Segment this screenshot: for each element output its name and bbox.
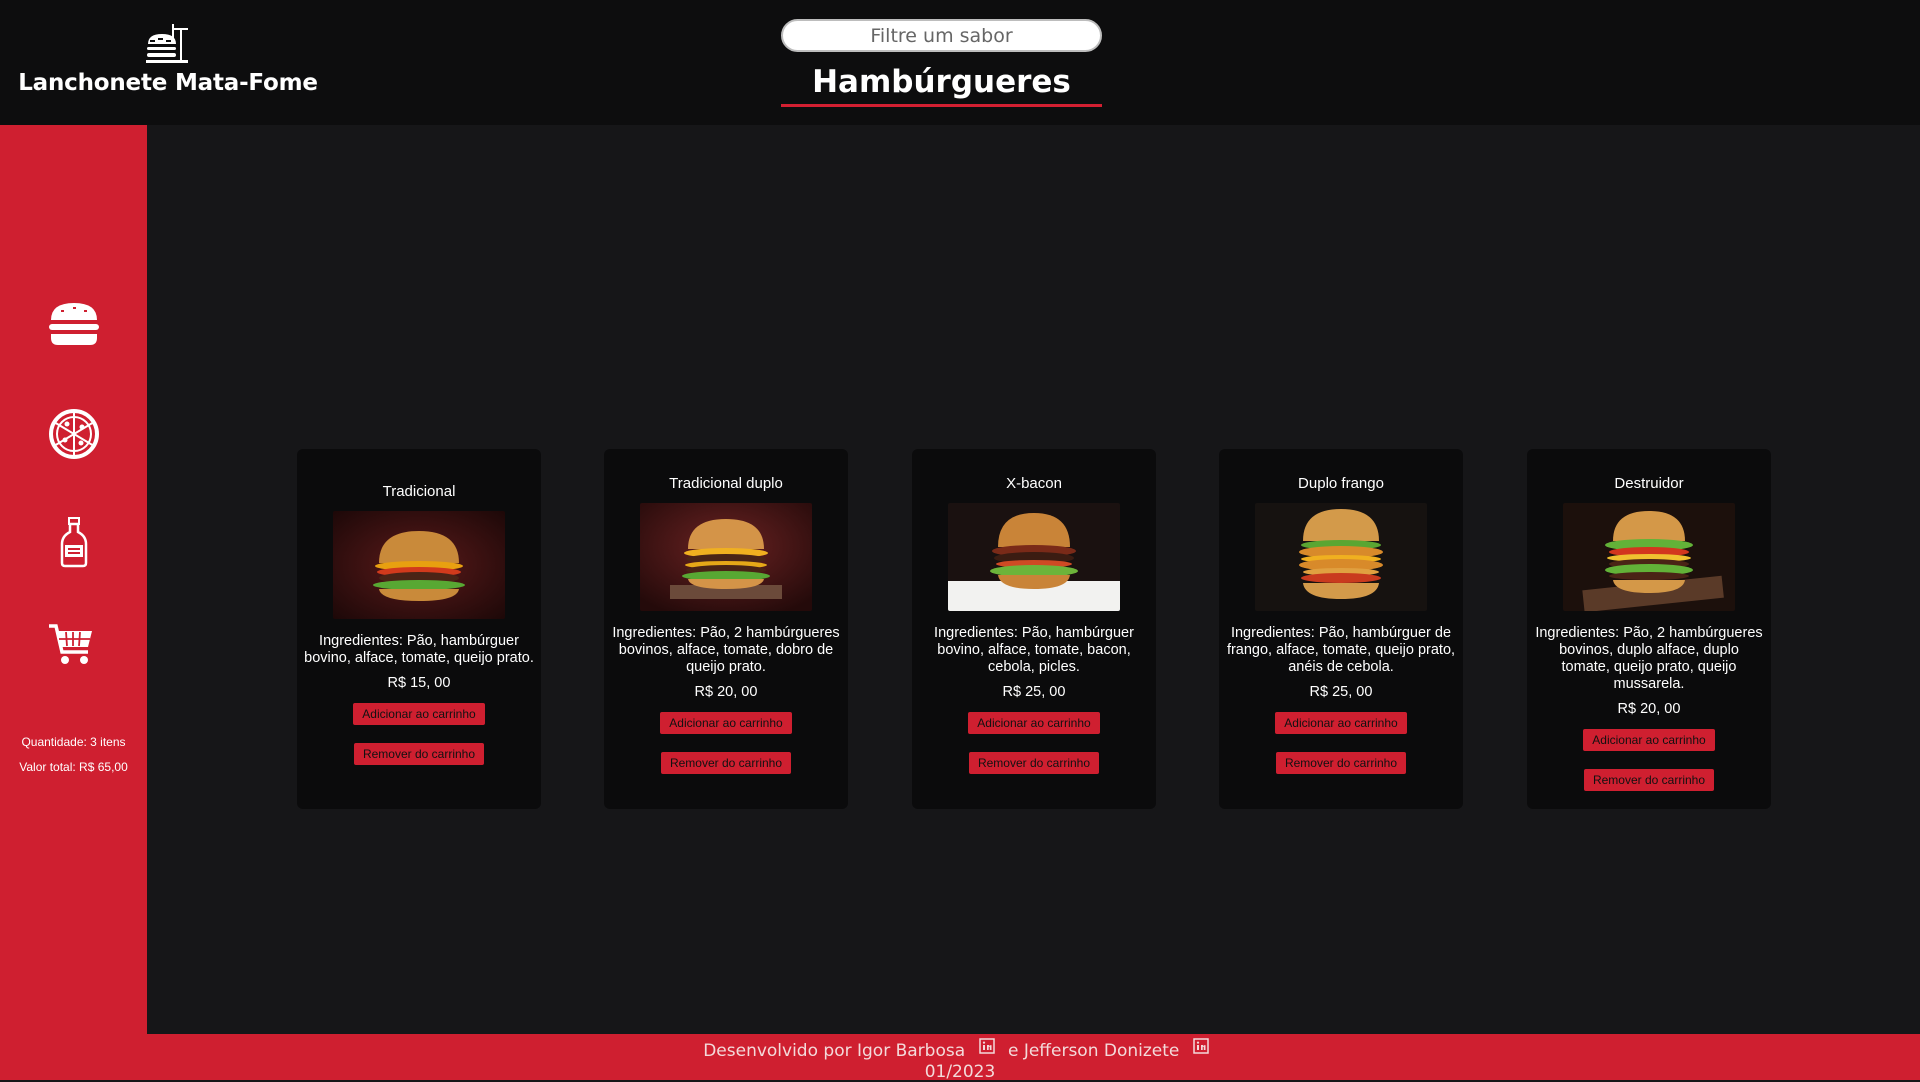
- sidebar: Quantidade: 3 itens Valor total: R$ 65,0…: [0, 125, 147, 1034]
- product-image: [1255, 503, 1427, 611]
- search-input[interactable]: [781, 19, 1102, 52]
- product-name: Tradicional duplo: [669, 475, 783, 492]
- product-image: [640, 503, 812, 611]
- add-to-cart-button[interactable]: Adicionar ao carrinho: [1583, 729, 1715, 751]
- footer-credit-second: e Jefferson Donizete: [1007, 1041, 1180, 1061]
- add-to-cart-button[interactable]: Adicionar ao carrinho: [660, 712, 792, 734]
- product-grid: Tradicional Ingredientes: Pão, hambúrgue…: [297, 449, 1772, 809]
- product-ingredients: Ingredientes: Pão, hambúrguer bovino, al…: [934, 625, 1134, 675]
- product-image: [948, 503, 1120, 611]
- remove-from-cart-button[interactable]: Remover do carrinho: [660, 752, 792, 774]
- product-ingredients: Ingredientes: Pão, 2 hambúrgueres bovino…: [1535, 625, 1763, 692]
- cart-icon: [49, 624, 92, 664]
- cart-quantity: Quantidade: 3 itens: [21, 735, 126, 749]
- product-name: X-bacon: [1006, 475, 1062, 492]
- product-card: Destruidor Ingredientes: Pão, 2 hambúrgu…: [1527, 449, 1771, 809]
- page-title: Hambúrgueres: [781, 64, 1102, 107]
- product-price: R$ 20, 00: [1617, 701, 1681, 717]
- product-ingredients: Ingredientes: Pão, 2 hambúrgueres bovino…: [612, 625, 840, 675]
- add-to-cart-button[interactable]: Adicionar ao carrinho: [1275, 712, 1407, 734]
- product-price: R$ 20, 00: [694, 684, 758, 700]
- bottle-icon: [60, 517, 88, 568]
- sidebar-item-pizzas[interactable]: [48, 408, 100, 460]
- brand-name: Lanchonete Mata-Fome: [18, 70, 318, 96]
- remove-from-cart-button[interactable]: Remover do carrinho: [353, 743, 485, 765]
- add-to-cart-button[interactable]: Adicionar ao carrinho: [968, 712, 1100, 734]
- product-card: Tradicional duplo Ingredientes: Pão, 2 h…: [604, 449, 848, 809]
- product-card: X-bacon Ingredientes: Pão, hambúrguer bo…: [912, 449, 1156, 809]
- product-name: Tradicional: [382, 483, 456, 500]
- linkedin-icon[interactable]: [978, 1038, 995, 1054]
- add-to-cart-button[interactable]: Adicionar ao carrinho: [353, 703, 485, 725]
- logo[interactable]: Lanchonete Mata-Fome: [18, 20, 318, 96]
- header: Lanchonete Mata-Fome Hambúrgueres: [0, 0, 1920, 125]
- product-card: Duplo frango Ingredientes: Pão, hambúrgu…: [1219, 449, 1463, 809]
- remove-from-cart-button[interactable]: Remover do carrinho: [1583, 769, 1715, 791]
- sidebar-item-drinks[interactable]: [56, 516, 108, 568]
- footer-credit-text: Desenvolvido por Igor Barbosa: [703, 1041, 966, 1061]
- footer: Desenvolvido por Igor Barbosa e Jefferso…: [0, 1034, 1920, 1082]
- food-tray-logo-icon: [146, 24, 188, 63]
- sidebar-item-hamburgers[interactable]: [48, 300, 100, 352]
- product-price: R$ 25, 00: [1309, 684, 1373, 700]
- product-price: R$ 25, 00: [1002, 684, 1066, 700]
- remove-from-cart-button[interactable]: Remover do carrinho: [968, 752, 1100, 774]
- product-ingredients: Ingredientes: Pão, hambúrguer bovino, al…: [304, 633, 534, 666]
- linkedin-icon[interactable]: [1193, 1038, 1209, 1054]
- product-price: R$ 15, 00: [387, 675, 451, 691]
- product-card: Tradicional Ingredientes: Pão, hambúrgue…: [297, 449, 541, 809]
- cart-total: Valor total: R$ 65,00: [19, 760, 128, 774]
- pizza-icon: [49, 409, 99, 459]
- product-image: [333, 511, 505, 619]
- product-ingredients: Ingredientes: Pão, hambúrguer de frango,…: [1226, 625, 1456, 675]
- remove-from-cart-button[interactable]: Remover do carrinho: [1275, 752, 1407, 774]
- product-name: Duplo frango: [1298, 475, 1384, 492]
- footer-date: 01/2023: [924, 1062, 996, 1082]
- sidebar-item-cart[interactable]: [48, 622, 100, 674]
- hamburger-icon: [49, 303, 99, 345]
- product-image: [1563, 503, 1735, 611]
- product-name: Destruidor: [1614, 475, 1684, 492]
